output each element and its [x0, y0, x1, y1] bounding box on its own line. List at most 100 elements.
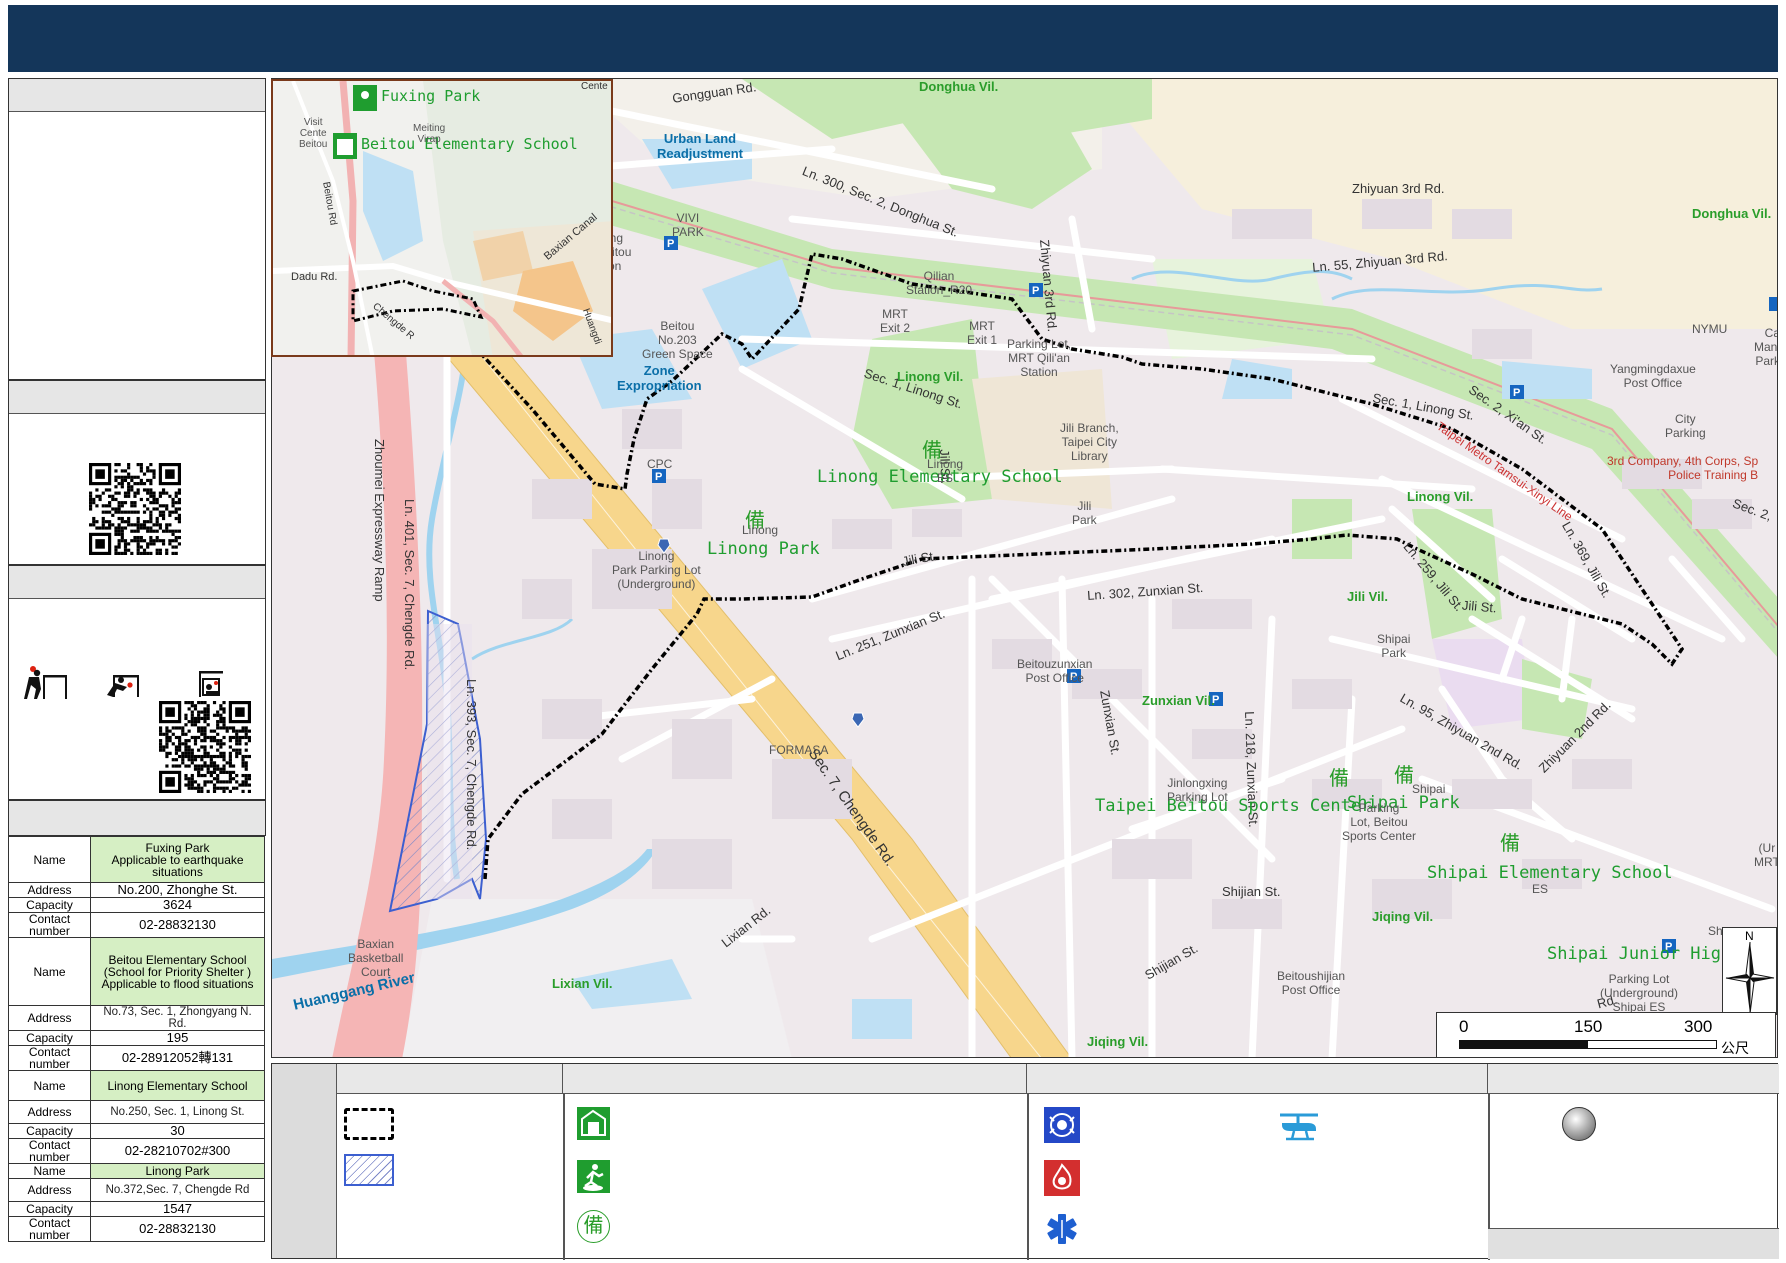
qr-panel [8, 380, 266, 565]
duck-and-cover-icon [23, 661, 225, 701]
fire-station-icon [1044, 1160, 1080, 1196]
gathering-point-icon [1562, 1107, 1596, 1141]
shelter-row: Address No.250, Sec. 1, Linong St. [8, 1100, 265, 1124]
inset-map[interactable]: Fuxing Park Beitou Elementary School Dad… [271, 79, 613, 357]
medical-icon [1044, 1211, 1080, 1247]
poi-label: Beitouzunxian Post Office [1017, 657, 1093, 685]
street-label: Jili St. [1461, 597, 1498, 616]
scale-tick: 300 [1684, 1017, 1713, 1036]
legend-title-strip [272, 1064, 337, 1258]
qr-panel-header [9, 381, 265, 414]
scale-tick: 0 [1459, 1017, 1469, 1036]
shelter-field-label: Contact number [8, 1216, 91, 1242]
shelter-row: Name Fuxing Park Applicable to earthquake… [8, 836, 265, 883]
legend-header [337, 1064, 563, 1094]
poi-label: Baxian Basketball Court [348, 937, 404, 979]
poi-label: Linong [742, 523, 779, 537]
poi-label: VIVI PARK [672, 211, 704, 239]
shelter-contact: 02-28832130 [90, 1216, 265, 1242]
inset-street-label: Cente [581, 81, 608, 92]
police-icon [1044, 1107, 1080, 1143]
village-label: Donghua Vil. [919, 79, 999, 94]
street-label: Zhoumei Expressway Ramp [372, 439, 387, 602]
village-label: Jiqing Vil. [1372, 909, 1434, 924]
svg-text:P: P [655, 471, 662, 483]
shelter-capacity: 30 [90, 1123, 265, 1139]
scale-unit: 公尺 [1721, 1040, 1749, 1056]
village-label: Lixian Vil. [552, 976, 613, 991]
legend: 備 [271, 1063, 1779, 1260]
inset-poi-label: Meiting Virap [413, 123, 446, 145]
safety-panel-header [9, 566, 265, 599]
poi-label: CPC [647, 457, 673, 471]
shelter-row: Name Linong Park [8, 1163, 265, 1179]
shelter-address: No.73, Sec. 1, Zhongyang N. Rd. [90, 1005, 265, 1031]
poi-label: Beitou No.203 Green Space [642, 319, 713, 361]
shelter-row: Name Beitou Elementary School (School for… [8, 937, 265, 1006]
shelter-contact: 02-28912052轉131 [90, 1045, 265, 1071]
shelter-table: Name Fuxing Park Applicable to earthquake… [8, 836, 265, 1242]
shelter-icon [577, 1107, 610, 1140]
shelter-row: Contact number 02-28912052轉131 [8, 1045, 265, 1071]
shelter-name: Taipei Beitou Sports Center [1095, 796, 1372, 816]
poi-label: Parking Lot, Beitou Sports Center [1342, 801, 1417, 843]
poi-label: Sh [1708, 924, 1723, 938]
shelter-field-label: Capacity [8, 897, 91, 913]
legend-footer [1488, 1228, 1779, 1259]
shelter-table-panel [8, 800, 266, 836]
legend-header [563, 1064, 1027, 1094]
boundary-symbol [344, 1108, 394, 1140]
village-label: Donghua Vil. [1692, 206, 1772, 221]
header-bar [8, 5, 1778, 72]
shelter-row: Address No.200, Zhonghe St. [8, 882, 265, 898]
shelter-name: Linong Park [707, 539, 820, 559]
shelter-row: Capacity 1547 [8, 1201, 265, 1217]
poi-label: (Ur MRT [1754, 841, 1778, 869]
safety-panel [8, 565, 266, 800]
poi-label: Parking Lot, MRT Qili'an Station [1007, 337, 1072, 379]
evacuation-icon [577, 1160, 610, 1193]
info-panel-header [9, 79, 265, 112]
shelter-field-label: Name [8, 937, 91, 1006]
shelter-contact: 02-28210702#300 [90, 1138, 265, 1164]
shelter-field-label: Capacity [8, 1201, 91, 1217]
poi-label: Linong ES [927, 457, 964, 485]
shelter-name: Beitou Elementary School (School for Pri… [90, 937, 265, 1006]
shelter-row: Contact number 02-28832130 [8, 1216, 265, 1242]
legend-header [1488, 1064, 1779, 1094]
village-label: Linong Vil. [1407, 489, 1474, 504]
svg-text:P: P [1032, 285, 1039, 297]
poi-label: Parking Lot (Underground) Shipai ES [1600, 972, 1679, 1014]
village-label: Linong Vil. [897, 369, 964, 384]
poi-label: Yangmingdaxue Post Office [1610, 362, 1696, 390]
shelter-field-label: Address [8, 1178, 91, 1202]
qr-code-icon[interactable] [159, 701, 251, 793]
shelter-name: Linong Park [90, 1163, 265, 1179]
shelter-row: Address No.73, Sec. 1, Zhongyang N. Rd. [8, 1005, 265, 1031]
shelter-field-label: Capacity [8, 1030, 91, 1046]
inset-shelter-name: Beitou Elementary School [361, 135, 578, 153]
scale-bar-graphic [1459, 1040, 1717, 1049]
poi-label: Linong Park Parking Lot (Underground) [612, 549, 701, 591]
shelter-row: Capacity 195 [8, 1030, 265, 1046]
shelter-address: No.200, Zhonghe St. [90, 882, 265, 898]
shelter-row: Name Linong Elementary School [8, 1070, 265, 1101]
shelter-field-label: Contact number [8, 1138, 91, 1164]
reserve-shelter-icon: 備 [1500, 833, 1520, 855]
poi-label: Qilian Station_R20 [906, 269, 973, 297]
inset-street-label: Dadu Rd. [291, 271, 338, 283]
street-label: Zhiyuan 3rd Rd. [1352, 181, 1445, 196]
area-label: Zone Expropriation [617, 363, 702, 393]
poi-label: 3rd Company, 4th Corps, Sp Police Traini… [1607, 454, 1759, 482]
shelter-field-label: Capacity [8, 1123, 91, 1139]
shelter-capacity: 1547 [90, 1201, 265, 1217]
shelter-field-label: Address [8, 1005, 91, 1031]
shelter-capacity: 3624 [90, 897, 265, 913]
poi-label: Ca Manag Parkin [1754, 326, 1778, 368]
shelter-field-label: Contact number [8, 1045, 91, 1071]
qr-code-icon[interactable] [89, 463, 181, 555]
inset-poi-label: Visit Cente Beitou [299, 117, 328, 150]
village-label: Jiqing Vil. [1087, 1034, 1149, 1049]
shelter-name: Linong Elementary School [90, 1070, 265, 1101]
scale-tick: 150 [1574, 1017, 1603, 1036]
